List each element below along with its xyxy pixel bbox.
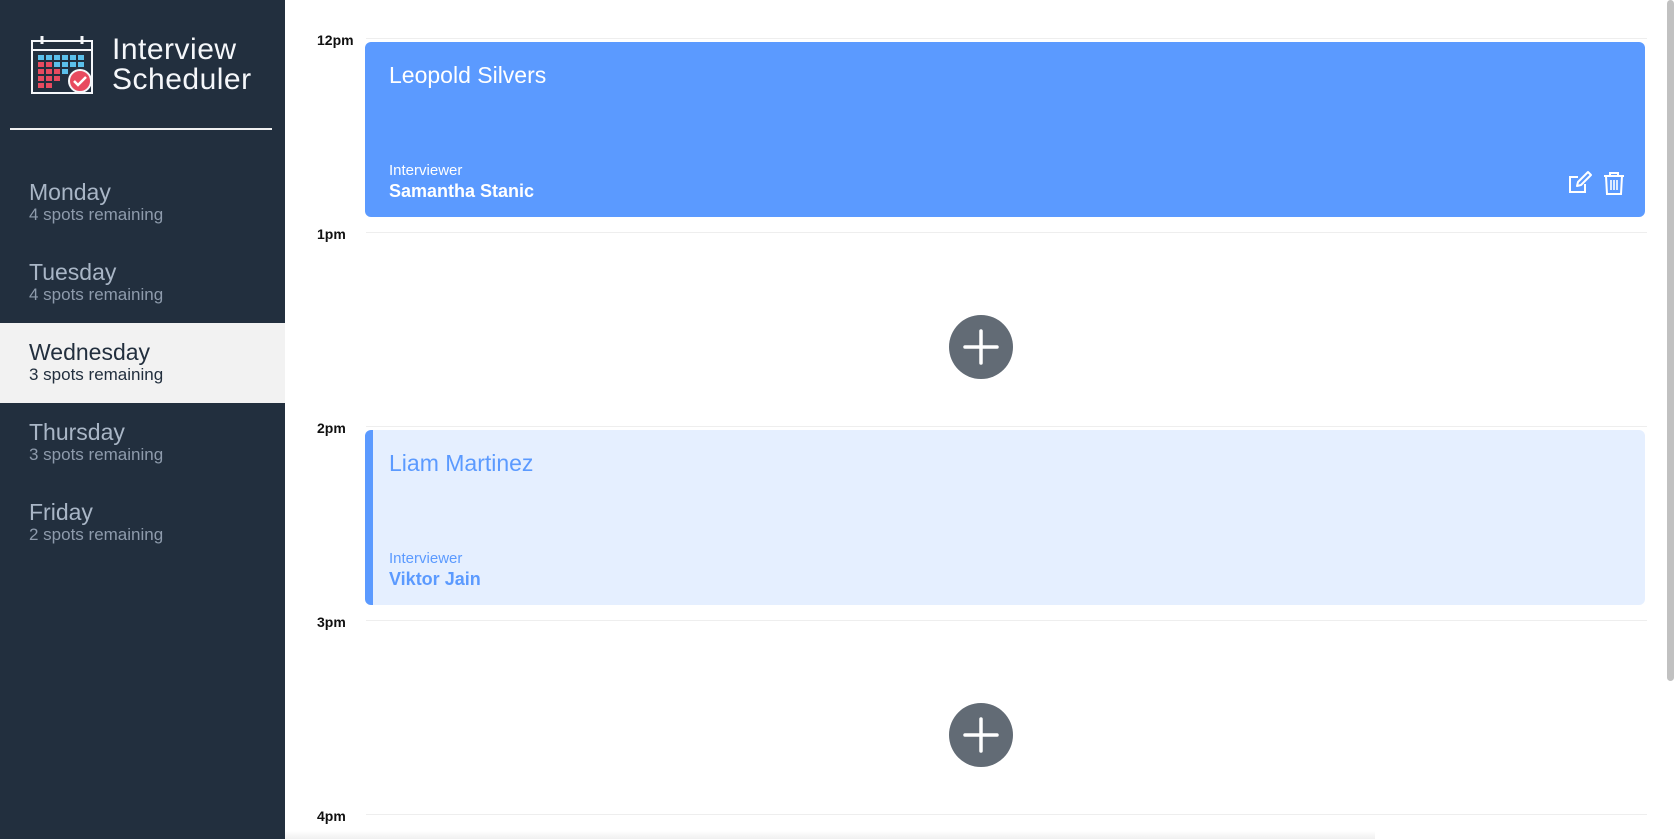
add-icon <box>963 717 999 753</box>
app-title-line1: Interview <box>112 33 237 66</box>
bottom-shadow <box>285 831 1375 839</box>
day-name: Tuesday <box>29 259 117 285</box>
day-spots: 4 spots remaining <box>29 285 164 304</box>
day-name: Friday <box>29 499 93 525</box>
slot-header: 1pm <box>317 226 1647 246</box>
edit-icon[interactable] <box>1567 170 1593 196</box>
appointment-card[interactable]: Liam Martinez Interviewer Viktor Jain <box>365 430 1645 605</box>
interviewer-label: Interviewer <box>389 162 463 179</box>
schedule: 12pm Leopold Silvers Interviewer Samanth… <box>285 0 1677 839</box>
day-name: Thursday <box>29 419 125 445</box>
interviewer-name: Samantha Stanic <box>389 181 535 201</box>
slot-separator <box>366 232 1647 233</box>
slot-time: 1pm <box>317 226 346 242</box>
slot-header: 3pm <box>317 614 1647 634</box>
slot-2pm: 2pm Liam Martinez Interviewer Viktor Jai… <box>285 420 1655 614</box>
interviewer-label: Interviewer <box>389 550 463 567</box>
day-spots: 2 spots remaining <box>29 525 164 544</box>
day-item-monday[interactable]: Monday 4 spots remaining <box>0 163 285 243</box>
day-spots: 4 spots remaining <box>29 205 164 224</box>
sidebar: Interview Scheduler Monday 4 spots remai… <box>0 0 285 839</box>
slot-separator <box>366 38 1647 39</box>
slot-1pm: 1pm <box>285 226 1655 420</box>
appointment-actions <box>1567 170 1627 196</box>
day-item-friday[interactable]: Friday 2 spots remaining <box>0 483 285 563</box>
slot-separator <box>366 814 1647 815</box>
app-title: Interview Scheduler <box>112 35 252 95</box>
student-name: Liam Martinez <box>389 450 534 476</box>
slot-time: 12pm <box>317 32 354 48</box>
scrollbar-thumb[interactable] <box>1667 0 1674 681</box>
appointment-card[interactable]: Leopold Silvers Interviewer Samantha Sta… <box>365 42 1645 217</box>
student-name: Leopold Silvers <box>389 62 547 88</box>
slot-time: 3pm <box>317 614 346 630</box>
day-name: Wednesday <box>29 339 151 365</box>
day-item-thursday[interactable]: Thursday 3 spots remaining <box>0 403 285 483</box>
interviewer-name: Viktor Jain <box>389 569 481 589</box>
slot-time: 4pm <box>317 808 346 824</box>
slot-time: 2pm <box>317 420 346 436</box>
add-appointment-button[interactable] <box>949 703 1013 767</box>
day-name: Monday <box>29 179 111 205</box>
day-item-wednesday[interactable]: Wednesday 3 spots remaining <box>0 323 285 403</box>
sidebar-divider <box>10 128 272 130</box>
day-spots: 3 spots remaining <box>29 365 164 384</box>
app-root: Interview Scheduler Monday 4 spots remai… <box>0 0 1677 839</box>
app-title-line2: Scheduler <box>112 63 252 96</box>
add-appointment-button[interactable] <box>949 315 1013 379</box>
calendar-check-icon <box>31 36 93 94</box>
day-spots: 3 spots remaining <box>29 445 164 464</box>
slot-12pm: 12pm Leopold Silvers Interviewer Samanth… <box>285 32 1655 226</box>
trash-icon[interactable] <box>1601 170 1627 196</box>
slot-separator <box>366 620 1647 621</box>
day-item-tuesday[interactable]: Tuesday 4 spots remaining <box>0 243 285 323</box>
slot-header: 4pm <box>317 808 1647 828</box>
day-list: Monday 4 spots remaining Tuesday 4 spots… <box>0 163 285 563</box>
brand: Interview Scheduler <box>30 35 252 95</box>
slot-separator <box>366 426 1647 427</box>
add-icon <box>963 329 999 365</box>
slot-3pm: 3pm <box>285 614 1655 808</box>
